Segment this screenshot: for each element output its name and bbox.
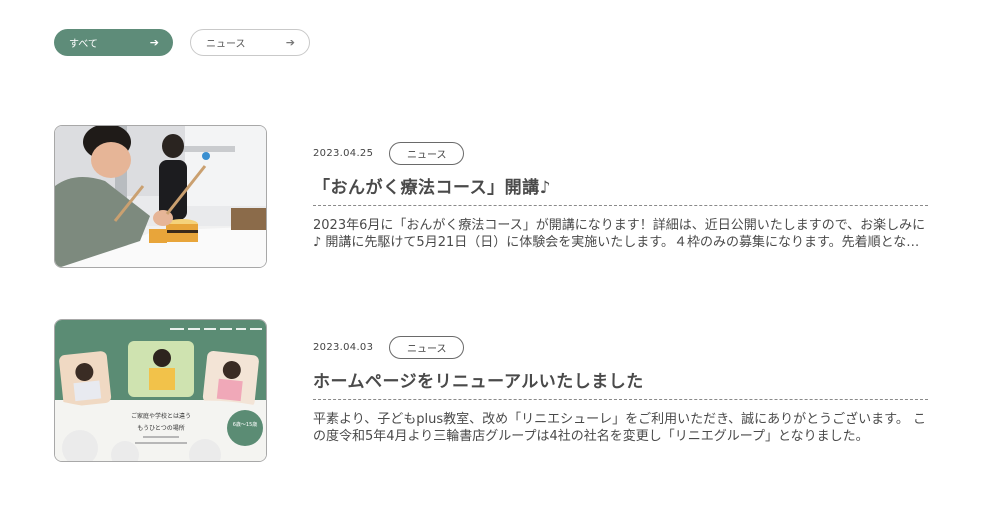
website-screenshot: ご家庭や学校とは違う もうひとつの場所 6歳〜15歳 (55, 320, 266, 461)
arrow-right-icon: ➔ (285, 36, 295, 49)
category-tag[interactable]: ニュース (389, 336, 465, 359)
music-therapy-photo (55, 126, 266, 267)
article-thumbnail[interactable] (54, 125, 267, 268)
thumb-badge: 6歳〜15歳 (233, 421, 258, 428)
category-tag[interactable]: ニュース (389, 142, 465, 165)
article-title[interactable]: 「おんがく療法コース」開講♪ (313, 173, 551, 198)
article-date: 2023.04.25 (313, 148, 374, 159)
divider (313, 205, 928, 206)
article-meta: 2023.04.25 ニュース (313, 142, 465, 165)
article-excerpt: 2023年6月に「おんがく療法コース」が開講になります！詳細は、近日公開いたしま… (313, 218, 926, 250)
article-date: 2023.04.03 (313, 342, 374, 353)
arrow-right-icon: ➔ (149, 36, 159, 49)
filter-news-label: ニュース (206, 39, 246, 50)
filter-all-button[interactable]: すべて ➔ (54, 29, 173, 56)
news-article[interactable]: 2023.04.25 ニュース 「おんがく療法コース」開講♪ 2023年6月に「… (54, 125, 934, 268)
filter-all-label: すべて (69, 39, 98, 50)
thumb-heading1: ご家庭や学校とは違う (131, 412, 191, 420)
divider (313, 399, 928, 400)
article-title[interactable]: ホームページをリニューアルいたしました (313, 367, 644, 392)
filter-news-button[interactable]: ニュース ➔ (190, 29, 310, 56)
article-thumbnail[interactable]: ご家庭や学校とは違う もうひとつの場所 6歳〜15歳 (54, 319, 267, 462)
thumb-heading2: もうひとつの場所 (137, 424, 184, 432)
news-article[interactable]: ご家庭や学校とは違う もうひとつの場所 6歳〜15歳 2023.04.03 ニュ… (54, 319, 934, 462)
article-meta: 2023.04.03 ニュース (313, 336, 465, 359)
article-excerpt: 平素より、子どもplus教室、改め「リニエシューレ」をご利用いただき、誠にありが… (313, 412, 927, 444)
